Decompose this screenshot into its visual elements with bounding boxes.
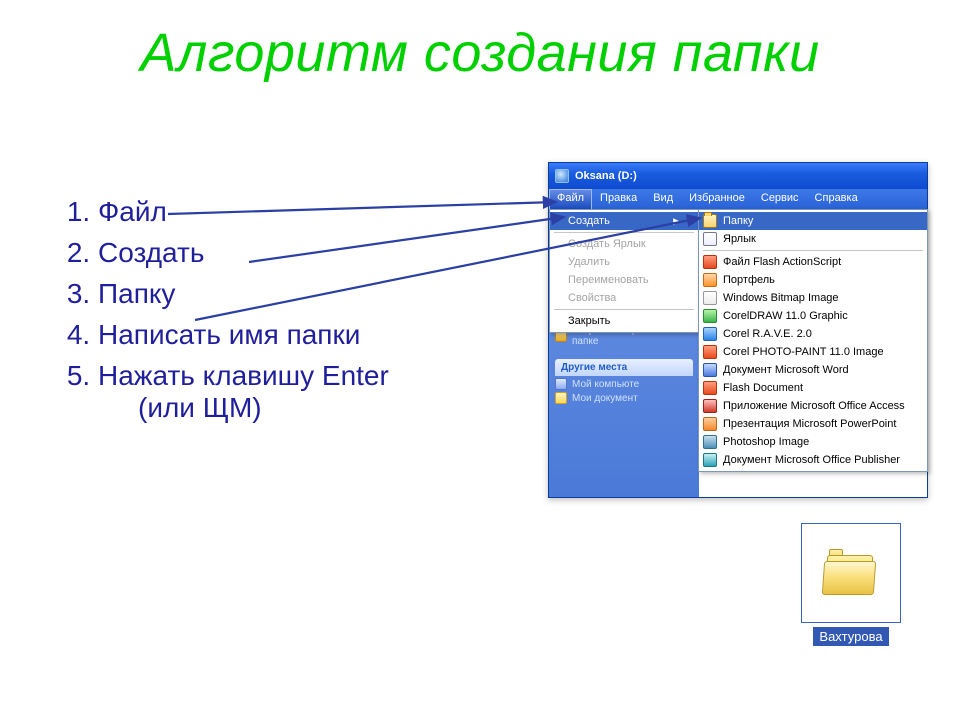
submenu-item-label: CorelDRAW 11.0 Graphic — [723, 310, 848, 322]
folder-large-icon — [823, 551, 879, 595]
submenu-item[interactable]: Портфель — [699, 271, 927, 289]
task-my-computer-label: Мой компьюте — [572, 379, 639, 390]
green-icon — [703, 309, 717, 323]
step-3: Папку — [98, 278, 389, 310]
menu-item-create[interactable]: Создать ▶ — [550, 212, 698, 230]
menu-item-properties: Свойства — [550, 289, 698, 307]
menu-tools[interactable]: Сервис — [753, 189, 807, 209]
menu-separator — [554, 232, 694, 233]
submenu-item-label: Photoshop Image — [723, 436, 809, 448]
menu-item-create-label: Создать — [568, 215, 610, 227]
step-2: Создать — [98, 237, 389, 269]
task-my-computer[interactable]: Мой компьюте — [555, 378, 693, 390]
submenu-item-label: Windows Bitmap Image — [723, 292, 839, 304]
step-5: Нажать клавишу Enter (или ЩМ) — [98, 360, 389, 424]
red-icon — [703, 345, 717, 359]
publisher-icon — [703, 453, 717, 467]
menu-separator — [554, 309, 694, 310]
submenu-item[interactable]: Corel R.A.V.E. 2.0 — [699, 325, 927, 343]
submenu-item-label: Презентация Microsoft PowerPoint — [723, 418, 896, 430]
submenu-item-label: Портфель — [723, 274, 775, 286]
submenu-item[interactable]: Документ Microsoft Office Publisher — [699, 451, 927, 469]
menubar: Файл Правка Вид Избранное Сервис Справка — [549, 189, 927, 209]
menu-item-close[interactable]: Закрыть — [550, 312, 698, 330]
submenu-item[interactable]: Презентация Microsoft PowerPoint — [699, 415, 927, 433]
shortcut-icon — [703, 232, 717, 246]
computer-icon — [555, 378, 567, 390]
task-my-documents[interactable]: Мои документ — [555, 392, 693, 404]
menu-item-create-shortcut: Создать Ярлык — [550, 235, 698, 253]
submenu-item-label: Flash Document — [723, 382, 803, 394]
window-title: Oksana (D:) — [575, 170, 637, 182]
submenu-item[interactable]: Файл Flash ActionScript — [699, 253, 927, 271]
menu-view[interactable]: Вид — [645, 189, 681, 209]
submenu-item-label: Corel R.A.V.E. 2.0 — [723, 328, 812, 340]
step-5-text: Нажать клавишу Enter — [98, 360, 389, 391]
new-folder-selection-box[interactable] — [801, 523, 901, 623]
menu-file[interactable]: Файл — [549, 189, 592, 209]
submenu-item-label: Приложение Microsoft Office Access — [723, 400, 905, 412]
submenu-arrow-icon: ▶ — [673, 216, 680, 227]
drive-icon — [555, 169, 569, 183]
menu-item-delete: Удалить — [550, 253, 698, 271]
submenu-item-label: Папку — [723, 215, 753, 227]
submenu-item[interactable]: CorelDRAW 11.0 Graphic — [699, 307, 927, 325]
submenu-item-label: Документ Microsoft Word — [723, 364, 849, 376]
create-submenu: Папку Ярлык Файл Flash ActionScript Портфел… — [698, 209, 928, 472]
task-other-places-header[interactable]: Другие места — [555, 359, 693, 376]
documents-icon — [555, 392, 567, 404]
submenu-separator — [703, 250, 923, 251]
menu-edit[interactable]: Правка — [592, 189, 645, 209]
submenu-item-label: Документ Microsoft Office Publisher — [723, 454, 900, 466]
folder-icon — [703, 214, 717, 228]
menu-favorites[interactable]: Избранное — [681, 189, 753, 209]
step-4: Написать имя папки — [98, 319, 389, 351]
submenu-item-label: Ярлык — [723, 233, 756, 245]
submenu-item[interactable]: Flash Document — [699, 379, 927, 397]
submenu-item[interactable]: Photoshop Image — [699, 433, 927, 451]
submenu-item[interactable]: Windows Bitmap Image — [699, 289, 927, 307]
orange-icon — [703, 273, 717, 287]
window-titlebar[interactable]: Oksana (D:) — [549, 163, 927, 189]
photoshop-icon — [703, 435, 717, 449]
word-icon — [703, 363, 717, 377]
submenu-item[interactable]: Corel PHOTO-PAINT 11.0 Image — [699, 343, 927, 361]
ppt-icon — [703, 417, 717, 431]
red-icon — [703, 255, 717, 269]
file-menu-dropdown: Создать ▶ Создать Ярлык Удалить Переимен… — [549, 209, 699, 333]
step-5-note: (или ЩМ) — [138, 392, 389, 424]
blue-icon — [703, 327, 717, 341]
access-icon — [703, 399, 717, 413]
new-folder-preview: Вахтурова — [787, 523, 915, 646]
page-icon — [703, 291, 717, 305]
menu-item-rename: Переименовать — [550, 271, 698, 289]
algorithm-steps: Файл Создать Папку Написать имя папки На… — [50, 187, 389, 433]
submenu-item[interactable]: Приложение Microsoft Office Access — [699, 397, 927, 415]
submenu-item[interactable]: Папку — [699, 212, 927, 230]
submenu-item-label: Файл Flash ActionScript — [723, 256, 841, 268]
explorer-window: Oksana (D:) Файл Правка Вид Избранное Се… — [548, 162, 928, 498]
menu-help[interactable]: Справка — [807, 189, 866, 209]
submenu-item[interactable]: Ярлык — [699, 230, 927, 248]
red-icon — [703, 381, 717, 395]
step-1: Файл — [98, 196, 389, 228]
task-my-documents-label: Мои документ — [572, 393, 638, 404]
submenu-item-label: Corel PHOTO-PAINT 11.0 Image — [723, 346, 884, 358]
slide-title: Алгоритм создания папки — [0, 22, 960, 84]
submenu-item[interactable]: Документ Microsoft Word — [699, 361, 927, 379]
new-folder-name[interactable]: Вахтурова — [813, 627, 888, 646]
